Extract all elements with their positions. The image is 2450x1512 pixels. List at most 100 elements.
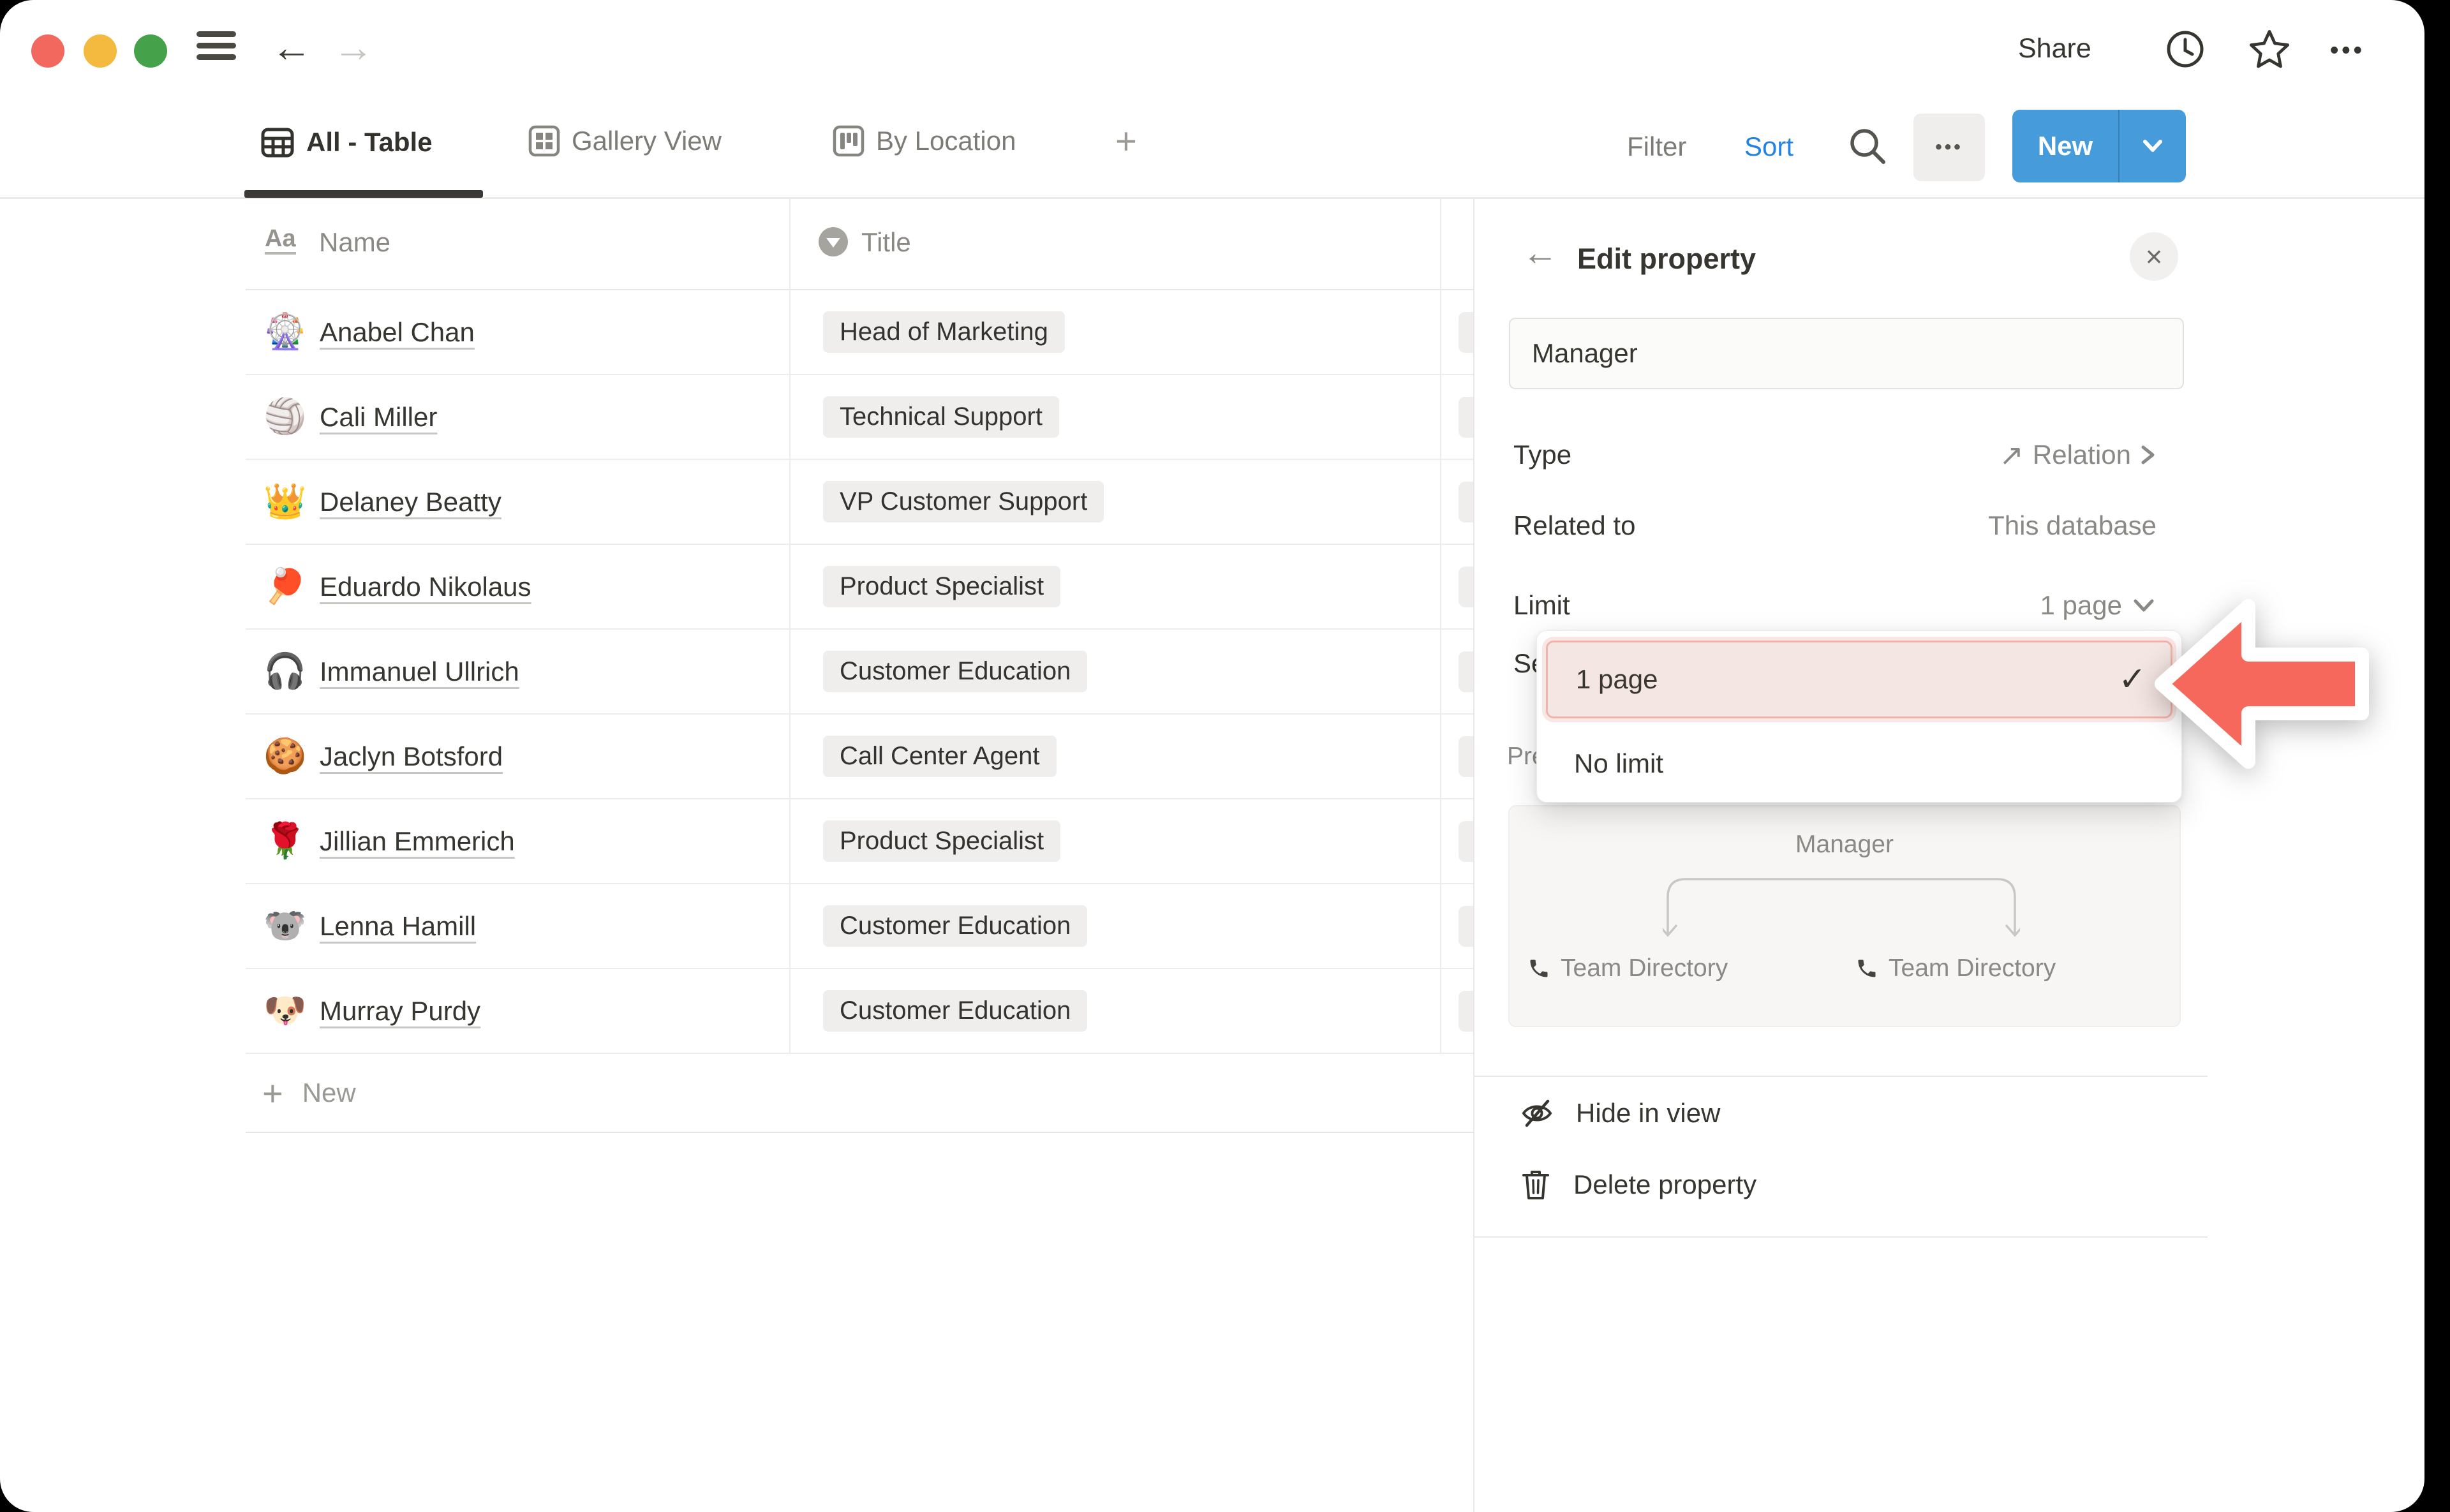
row-label: Limit — [1513, 590, 1570, 621]
new-button-dropdown[interactable] — [2120, 110, 2186, 182]
tab-all-table[interactable]: All - Table — [260, 125, 433, 159]
relation-preview-card: Manager Team Directory Team Directory — [1508, 805, 2181, 1027]
row-name-link[interactable]: Immanuel Ullrich — [320, 630, 519, 713]
search-icon[interactable] — [1846, 125, 1890, 168]
forward-arrow-icon[interactable]: → — [333, 27, 374, 68]
filter-button[interactable]: Filter — [1627, 131, 1686, 162]
table-view-icon — [260, 125, 295, 159]
title-tag[interactable]: Product Specialist — [823, 566, 1060, 607]
hide-in-view-button[interactable]: Hide in view — [1520, 1092, 1720, 1134]
table-row[interactable]: 🎡 Anabel Chan Head of Marketing — [246, 290, 1474, 375]
action-label: Hide in view — [1576, 1098, 1720, 1129]
property-name-value: Manager — [1532, 338, 1638, 369]
title-tag[interactable]: Customer Education — [823, 905, 1087, 947]
new-button[interactable]: New — [2012, 110, 2186, 182]
dropdown-option-no-limit[interactable]: No limit — [1574, 733, 1663, 794]
share-button[interactable]: Share — [2018, 33, 2091, 64]
row-name-link[interactable]: Jaclyn Botsford — [320, 715, 503, 798]
panel-row-related-to[interactable]: Related to This database — [1513, 505, 2157, 547]
row-emoji-icon: 🍪 — [264, 715, 306, 798]
row-emoji-icon: 🏐 — [264, 375, 306, 459]
board-view-icon — [833, 125, 865, 157]
relation-pill-sliver — [1459, 906, 1474, 947]
relation-pill-sliver — [1459, 312, 1474, 353]
title-tag[interactable]: Head of Marketing — [823, 311, 1065, 353]
column-header-title[interactable]: Title — [861, 227, 911, 258]
row-name-link[interactable]: Cali Miller — [320, 375, 437, 459]
back-arrow-icon[interactable]: ← — [271, 27, 312, 68]
clock-icon[interactable] — [2164, 28, 2206, 70]
phone-icon — [1855, 957, 1878, 980]
delete-property-button[interactable]: Delete property — [1520, 1164, 1756, 1206]
dropdown-option-1-page[interactable]: 1 page ✓ — [1546, 641, 2172, 718]
row-name-link[interactable]: Anabel Chan — [320, 290, 475, 374]
table-row[interactable]: 🐨 Lenna Hamill Customer Education — [246, 884, 1474, 969]
table-row[interactable]: 🏓 Eduardo Nikolaus Product Specialist — [246, 545, 1474, 630]
menu-icon[interactable] — [197, 31, 236, 66]
relation-icon: ↗ — [1999, 438, 2024, 472]
preview-child-label: Team Directory — [1561, 954, 1728, 982]
tab-gallery-view[interactable]: Gallery View — [528, 125, 722, 157]
row-emoji-icon: 🎧 — [264, 630, 306, 713]
tab-label: Gallery View — [572, 126, 722, 156]
row-name-link[interactable]: Delaney Beatty — [320, 460, 501, 544]
annotation-arrow-left-icon — [2151, 591, 2376, 777]
preview-child-label: Team Directory — [1889, 954, 2056, 982]
chevron-down-icon — [2142, 138, 2164, 154]
row-name-link[interactable]: Jillian Emmerich — [320, 799, 515, 883]
new-button-label[interactable]: New — [2012, 110, 2118, 182]
table-row[interactable]: 👑 Delaney Beatty VP Customer Support — [246, 460, 1474, 545]
add-view-button[interactable]: + — [1115, 120, 1137, 163]
traffic-light-close[interactable] — [31, 34, 64, 68]
panel-back-icon[interactable]: ← — [1522, 235, 1558, 271]
property-name-input[interactable]: Manager — [1509, 318, 2184, 389]
row-value: Relation — [2033, 440, 2131, 470]
panel-row-type[interactable]: Type ↗ Relation — [1513, 434, 2157, 476]
row-emoji-icon: 🐶 — [264, 969, 306, 1053]
row-name-link[interactable]: Murray Purdy — [320, 969, 480, 1053]
title-tag[interactable]: Customer Education — [823, 990, 1087, 1032]
app-window: ← → Share ••• All - Table — [0, 0, 2424, 1512]
eye-slash-icon — [1520, 1096, 1554, 1130]
table-row[interactable]: 🍪 Jaclyn Botsford Call Center Agent — [246, 715, 1474, 799]
active-tab-underline — [244, 190, 483, 198]
title-tag[interactable]: Customer Education — [823, 651, 1087, 692]
view-options-button[interactable]: ••• — [1913, 114, 1985, 181]
row-emoji-icon: 🌹 — [264, 799, 306, 883]
panel-divider[interactable] — [1473, 198, 1474, 1512]
row-value: 1 page — [2040, 590, 2122, 621]
title-tag[interactable]: Call Center Agent — [823, 736, 1057, 777]
panel-close-button[interactable]: × — [2130, 232, 2178, 281]
title-tag[interactable]: VP Customer Support — [823, 481, 1104, 523]
relation-pill-sliver — [1459, 991, 1474, 1032]
row-name-link[interactable]: Lenna Hamill — [320, 884, 476, 968]
screenshot-stage: ← → Share ••• All - Table — [0, 0, 2450, 1512]
traffic-light-zoom[interactable] — [134, 34, 167, 68]
name-property-icon: Aa — [265, 226, 296, 255]
table-row[interactable]: 🏐 Cali Miller Technical Support — [246, 375, 1474, 460]
new-row-button[interactable]: + New — [246, 1054, 1474, 1133]
relation-pill-sliver — [1459, 651, 1474, 692]
relation-pill-sliver — [1459, 397, 1474, 438]
option-label: No limit — [1574, 748, 1663, 779]
select-property-icon — [819, 227, 848, 256]
title-tag[interactable]: Technical Support — [823, 396, 1059, 438]
favorite-star-icon[interactable] — [2247, 27, 2292, 71]
sort-button[interactable]: Sort — [1744, 131, 1793, 162]
more-options-icon[interactable]: ••• — [2330, 37, 2365, 64]
option-label: 1 page — [1576, 664, 1658, 695]
panel-section-divider — [1474, 1236, 2208, 1238]
table-row[interactable]: 🎧 Immanuel Ullrich Customer Education — [246, 630, 1474, 715]
row-name-link[interactable]: Eduardo Nikolaus — [320, 545, 531, 628]
row-emoji-icon: 🎡 — [264, 290, 306, 374]
table-row[interactable]: 🌹 Jillian Emmerich Product Specialist — [246, 799, 1474, 884]
table-row[interactable]: 🐶 Murray Purdy Customer Education — [246, 969, 1474, 1054]
panel-row-limit[interactable]: Limit 1 page — [1513, 584, 2157, 626]
column-header-name[interactable]: Name — [319, 227, 390, 258]
row-value: This database — [1988, 510, 2157, 541]
title-tag[interactable]: Product Specialist — [823, 820, 1060, 862]
traffic-light-minimize[interactable] — [84, 34, 117, 68]
panel-section-divider — [1474, 1076, 2208, 1077]
tab-by-location[interactable]: By Location — [833, 125, 1016, 157]
gallery-view-icon — [528, 125, 560, 157]
